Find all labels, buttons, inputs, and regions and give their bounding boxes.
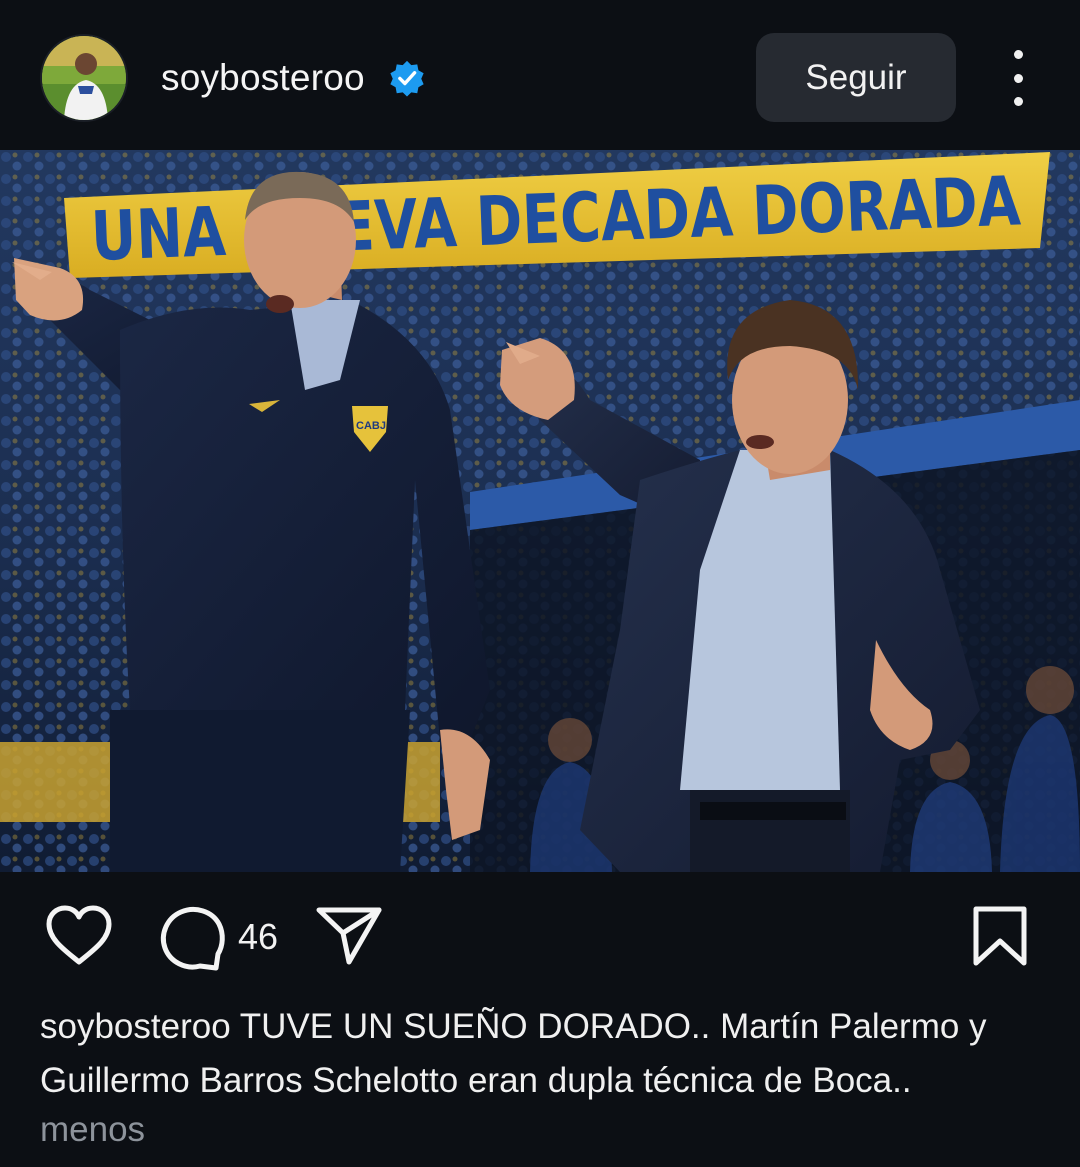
post-photo: UNA NUEVA DECADA DORADA CABJ [0, 150, 1080, 872]
more-options-button[interactable] [996, 50, 1040, 106]
follow-button[interactable]: Seguir [756, 33, 956, 122]
post-image[interactable]: UNA NUEVA DECADA DORADA CABJ [0, 150, 1080, 872]
caption-username[interactable]: soybosteroo [40, 1007, 231, 1046]
heart-icon[interactable] [44, 904, 114, 968]
crest-text: CABJ [356, 420, 386, 432]
post-author-username[interactable]: soybosteroo [161, 54, 365, 102]
post-caption: soybosteroo TUVE UN SUEÑO DORADO.. Martí… [40, 1000, 1050, 1108]
comment-bubble-icon[interactable] [158, 904, 226, 972]
post-actions: 46 [0, 872, 1080, 1002]
post-header: soybosteroo Seguir [0, 0, 1080, 150]
avatar-image [42, 36, 126, 120]
bookmark-icon[interactable] [972, 905, 1028, 967]
send-icon[interactable] [316, 906, 382, 966]
comment-count: 46 [238, 916, 279, 957]
caption-less-toggle[interactable]: menos [40, 1106, 145, 1154]
more-vertical-icon [1013, 50, 1023, 59]
instagram-post: soybosteroo Seguir UNA NUEVA DECADA DORA… [0, 0, 1080, 1167]
avatar[interactable] [42, 36, 126, 120]
verified-badge-icon [390, 60, 424, 97]
